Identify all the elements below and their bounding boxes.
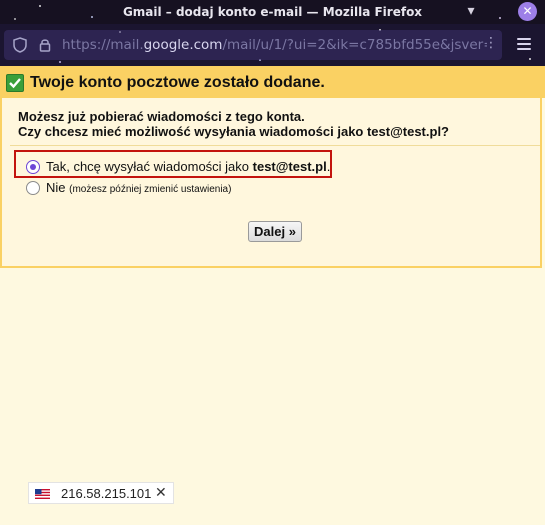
option-no-label[interactable]: Nie (możesz później zmienić ustawienia)	[46, 180, 231, 197]
url-prefix: https://mail.	[62, 37, 144, 53]
url-domain: google.com	[143, 37, 223, 53]
option-no-text: Nie	[46, 180, 66, 195]
us-flag-icon	[35, 489, 50, 499]
radio-send-as-no[interactable]	[26, 181, 40, 195]
dialog-header: Twoje konto pocztowe zostało dodane.	[0, 66, 545, 98]
window-minimize-button[interactable]: ▾	[463, 4, 479, 20]
option-no-note: (możesz później zmienić ustawienia)	[69, 184, 232, 195]
url-suffix: /mail/u/1/?ui=2&ik=c785bfd55e&jsver=1	[222, 37, 487, 53]
window-close-button[interactable]: ✕	[518, 2, 537, 21]
hamburger-menu-icon[interactable]	[517, 38, 531, 50]
divider	[10, 145, 540, 146]
radio-send-as-yes[interactable]	[26, 160, 40, 174]
navigation-bar: https://mail.google.com/mail/u/1/?ui=2&i…	[0, 24, 545, 66]
checkmark-icon	[6, 74, 24, 92]
url-bar[interactable]: https://mail.google.com/mail/u/1/?ui=2&i…	[4, 30, 502, 60]
dialog-panel: Możesz już pobierać wiadomości z tego ko…	[0, 98, 542, 268]
option-yes-suffix: .	[326, 159, 331, 174]
window-titlebar: Gmail – dodaj konto e-mail — Mozilla Fir…	[0, 0, 545, 24]
ip-address-badge: 216.58.215.101 ✕	[28, 482, 174, 504]
ip-address-text: 216.58.215.101	[61, 486, 152, 501]
question-text: Czy chcesz mieć możliwość wysyłania wiad…	[18, 124, 449, 139]
next-button[interactable]: Dalej »	[248, 221, 302, 242]
dialog-title: Twoje konto pocztowe zostało dodane.	[30, 74, 325, 91]
url-text[interactable]: https://mail.google.com/mail/u/1/?ui=2&i…	[62, 37, 487, 53]
close-icon[interactable]: ✕	[155, 485, 167, 501]
option-yes-label[interactable]: Tak, chcę wysyłać wiadomości jako test@t…	[46, 159, 330, 174]
shield-icon[interactable]	[13, 37, 27, 53]
more-icon[interactable]: ⋮	[484, 35, 498, 51]
info-text: Możesz już pobierać wiadomości z tego ko…	[18, 109, 305, 124]
lock-icon[interactable]	[38, 37, 52, 53]
option-yes-text: Tak, chcę wysyłać wiadomości jako	[46, 159, 253, 174]
option-yes-email: test@test.pl	[252, 159, 327, 174]
